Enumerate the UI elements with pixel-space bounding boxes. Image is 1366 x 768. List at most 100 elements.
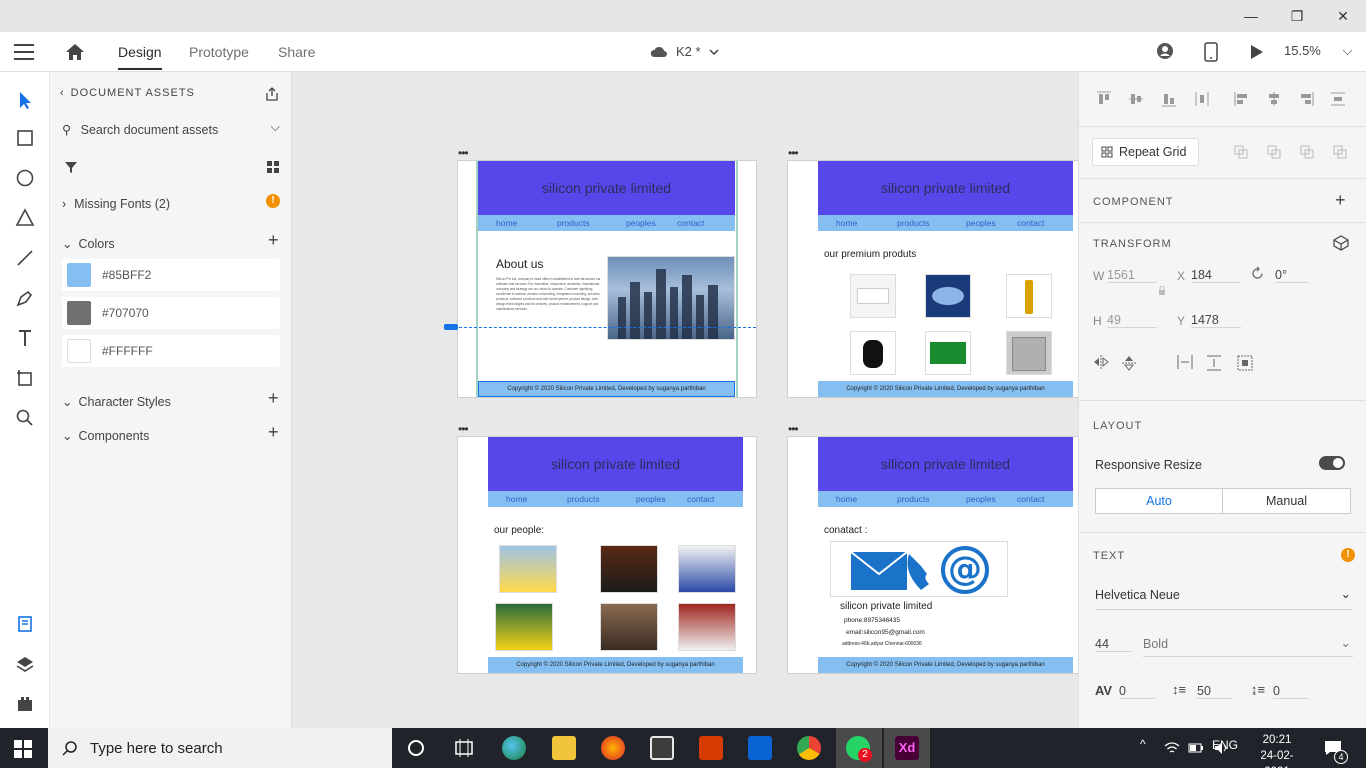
zoom-level[interactable]: 15.5% ⌵ [1284, 43, 1352, 59]
battery-icon[interactable] [1188, 742, 1204, 754]
distribute-vertical-icon[interactable] [1329, 90, 1347, 108]
text-tool-icon[interactable] [13, 326, 37, 350]
boolean-exclude-icon[interactable] [1332, 144, 1348, 160]
edge-browser-icon[interactable] [502, 736, 526, 760]
polygon-tool-icon[interactable] [13, 206, 37, 230]
color-swatch-row[interactable]: #FFFFFF [62, 335, 280, 367]
character-styles-section[interactable]: ⌄ Character Styles [62, 394, 171, 409]
line-tool-icon[interactable] [13, 246, 37, 270]
taskbar-search-text[interactable]: Type here to search [90, 740, 223, 757]
home-icon[interactable] [64, 42, 86, 62]
zoom-tool-icon[interactable] [13, 406, 37, 430]
pen-tool-icon[interactable] [13, 286, 37, 310]
font-family-select[interactable]: Helvetica Neue ⌄ [1095, 587, 1353, 610]
device-preview-icon[interactable] [1204, 42, 1218, 62]
file-explorer-icon[interactable] [552, 736, 576, 760]
distribute-spacing-horizontal-icon[interactable] [1177, 355, 1193, 369]
boolean-subtract-icon[interactable] [1266, 144, 1282, 160]
height-field[interactable]: 49 [1107, 313, 1157, 328]
line-spacing-field[interactable]: 50 [1197, 684, 1233, 699]
rectangle-tool-icon[interactable] [13, 126, 37, 150]
assets-header[interactable]: ‹ DOCUMENT ASSETS [60, 87, 195, 99]
align-bottom-icon[interactable] [1160, 90, 1178, 108]
x-field[interactable]: 184 [1191, 268, 1241, 283]
distribute-spacing-vertical-icon[interactable] [1207, 355, 1221, 371]
boolean-add-icon[interactable] [1233, 144, 1249, 160]
cortana-icon[interactable] [404, 736, 428, 760]
search-placeholder[interactable]: Search document assets [81, 123, 219, 137]
user-profile-icon[interactable] [1156, 42, 1174, 60]
y-field[interactable]: 1478 [1191, 313, 1241, 328]
select-tool-icon[interactable] [13, 88, 37, 112]
colors-section[interactable]: ⌄ Colors [62, 236, 115, 251]
layers-icon[interactable] [13, 652, 37, 676]
hamburger-menu-icon[interactable] [14, 44, 34, 60]
artboard-products[interactable]: silicon private limited home products pe… [787, 160, 1078, 398]
restore-button[interactable]: ❐ [1274, 0, 1320, 32]
align-middle-icon[interactable] [1127, 90, 1145, 108]
adobe-xd-taskbar-button[interactable]: Xd [884, 728, 930, 768]
language-text[interactable]: ENG [1212, 738, 1238, 752]
color-swatch-row[interactable]: #707070 [62, 297, 280, 329]
flip-vertical-icon[interactable] [1122, 355, 1136, 371]
repeat-grid-button[interactable]: Repeat Grid [1092, 138, 1199, 166]
play-desktop-preview-icon[interactable] [1250, 44, 1264, 60]
assets-search[interactable]: ⚲ Search document assets ⌵ [60, 120, 280, 137]
plugins-icon[interactable] [13, 692, 37, 716]
distribute-horizontal-icon[interactable] [1193, 90, 1211, 108]
missing-fonts-section[interactable]: › Missing Fonts (2) [62, 197, 170, 211]
artboard-handle[interactable]: ••• [788, 146, 799, 160]
color-swatch-row[interactable]: #85BFF2 [62, 259, 280, 291]
artboard-handle[interactable]: ••• [458, 422, 469, 436]
align-center-icon[interactable] [1265, 90, 1283, 108]
whatsapp-taskbar-button[interactable]: 2 [836, 728, 882, 768]
document-title[interactable]: K2 * [650, 44, 719, 59]
chrome-icon[interactable] [797, 736, 821, 760]
chevron-up-icon[interactable]: ^ [1140, 737, 1146, 751]
paragraph-spacing-field[interactable]: 0 [1273, 684, 1309, 699]
add-color-icon[interactable]: + [268, 230, 279, 251]
align-top-icon[interactable] [1095, 90, 1113, 108]
minimize-button[interactable]: — [1228, 0, 1274, 32]
3d-transform-icon[interactable] [1333, 235, 1349, 251]
taskbar-search[interactable]: Type here to search [48, 728, 392, 768]
artboard-handle[interactable]: ••• [788, 422, 799, 436]
firefox-icon[interactable] [601, 736, 625, 760]
grid-view-icon[interactable] [266, 160, 280, 174]
task-view-icon[interactable] [452, 736, 476, 760]
windows-start-icon[interactable] [14, 740, 32, 758]
artboard-about[interactable]: silicon private limited home products pe… [457, 160, 757, 398]
artboard-handle[interactable]: ••• [458, 146, 469, 160]
office-icon[interactable] [699, 736, 723, 760]
artboard-contact[interactable]: silicon private limited home products pe… [787, 436, 1078, 674]
tab-design[interactable]: Design [118, 44, 162, 70]
close-button[interactable]: ✕ [1320, 0, 1366, 32]
flip-horizontal-icon[interactable] [1093, 355, 1109, 369]
clock[interactable]: 20:21 24-02-2021 [1250, 732, 1304, 768]
export-icon[interactable] [264, 86, 280, 102]
microsoft-store-icon[interactable] [650, 736, 674, 760]
tab-share[interactable]: Share [278, 44, 315, 60]
wifi-icon[interactable] [1164, 741, 1180, 755]
layout-auto-button[interactable]: Auto [1095, 488, 1223, 514]
artboard-people[interactable]: silicon private limited home products pe… [457, 436, 757, 674]
align-left-icon[interactable] [1233, 90, 1251, 108]
chevron-left-icon[interactable]: ‹ [60, 87, 65, 99]
artboard-tool-icon[interactable] [13, 366, 37, 390]
ellipse-tool-icon[interactable] [13, 166, 37, 190]
fit-content-icon[interactable] [1237, 355, 1253, 371]
mail-icon[interactable] [748, 736, 772, 760]
filter-icon[interactable] [64, 160, 78, 174]
width-field[interactable]: 1561 [1107, 268, 1157, 283]
design-canvas[interactable]: ••• silicon private limited home product… [292, 72, 1078, 728]
character-spacing-field[interactable]: 0 [1119, 684, 1155, 699]
layout-manual-button[interactable]: Manual [1222, 488, 1351, 514]
chevron-down-icon[interactable]: ⌵ [271, 120, 280, 135]
guide-handle[interactable] [444, 324, 458, 330]
add-character-style-icon[interactable]: + [268, 388, 279, 409]
font-weight-select[interactable]: Bold ⌄ [1143, 636, 1353, 657]
responsive-resize-toggle[interactable] [1319, 456, 1345, 470]
rotation-field[interactable]: 0° [1275, 268, 1309, 283]
add-component-icon[interactable]: + [1335, 190, 1346, 211]
lock-aspect-icon[interactable] [1158, 286, 1166, 296]
